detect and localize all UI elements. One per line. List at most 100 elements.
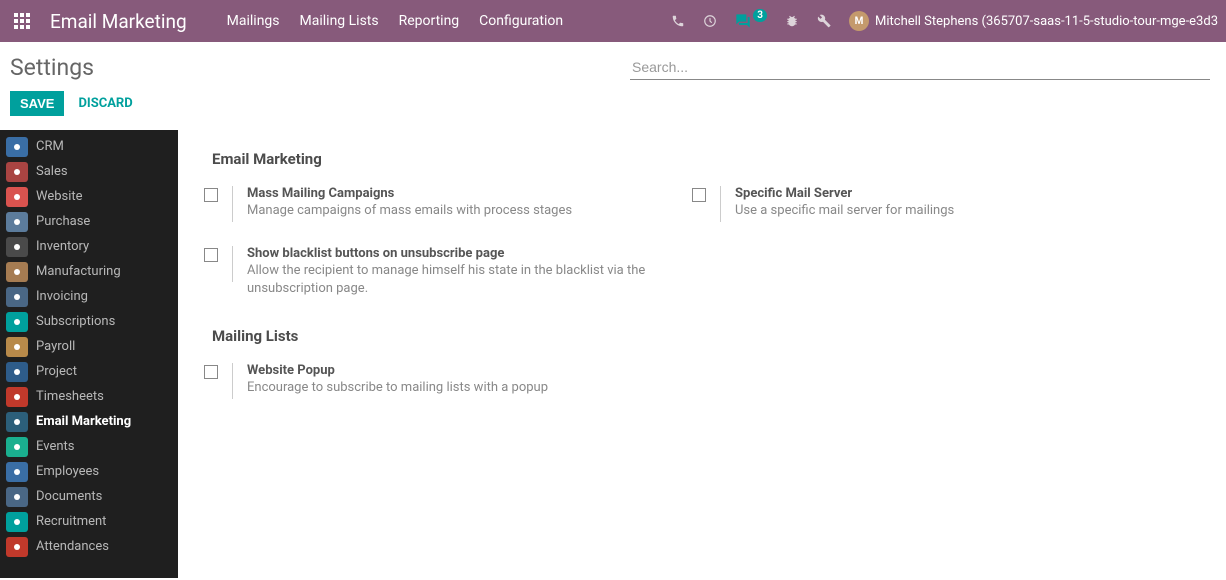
setting-desc: Manage campaigns of mass emails with pro… <box>247 202 658 220</box>
sidebar-icon <box>6 212 28 232</box>
sidebar-item-label: Recruitment <box>36 514 106 529</box>
sidebar-icon <box>6 512 28 532</box>
top-menu: Mailings Mailing Lists Reporting Configu… <box>227 13 563 29</box>
sidebar-item-label: CRM <box>36 139 64 154</box>
discard-button[interactable]: DISCARD <box>78 96 132 111</box>
setting-desc: Use a specific mail server for mailings <box>735 202 1126 220</box>
bug-icon[interactable] <box>785 14 799 28</box>
sidebar-icon <box>6 287 28 307</box>
messages-icon[interactable]: 3 <box>735 13 767 29</box>
settings-row: Mass Mailing CampaignsManage campaigns o… <box>198 186 1206 246</box>
sidebar-item-attendances[interactable]: Attendances <box>0 534 178 559</box>
sidebar-item-label: Sales <box>36 164 68 179</box>
menu-configuration[interactable]: Configuration <box>479 13 563 29</box>
sidebar-item-documents[interactable]: Documents <box>0 484 178 509</box>
sidebar[interactable]: CRM Sales Website PurchaseInventory Manufact… <box>0 130 178 578</box>
menu-mailing-lists[interactable]: Mailing Lists <box>300 13 379 29</box>
sidebar-item-manufacturing[interactable]: Manufacturing <box>0 259 178 284</box>
main-content: Email Marketing Mass Mailing CampaignsMan… <box>178 130 1226 578</box>
setting-text: Show blacklist buttons on unsubscribe pa… <box>247 246 658 297</box>
actions-row: SAVE DISCARD <box>0 87 1226 130</box>
setting-item: Show blacklist buttons on unsubscribe pa… <box>198 246 658 297</box>
sidebar-icon <box>6 387 28 407</box>
sidebar-item-label: Manufacturing <box>36 264 121 279</box>
sidebar-item-label: Employees <box>36 464 99 479</box>
setting-text: Specific Mail ServerUse a specific mail … <box>735 186 1126 222</box>
sidebar-item-label: Payroll <box>36 339 75 354</box>
sidebar-item-label: Timesheets <box>36 389 104 404</box>
save-button[interactable]: SAVE <box>10 91 64 116</box>
sidebar-item-subscriptions[interactable]: Subscriptions <box>0 309 178 334</box>
menu-reporting[interactable]: Reporting <box>399 13 460 29</box>
tools-icon[interactable] <box>817 14 831 28</box>
search-input[interactable] <box>630 55 1210 80</box>
sidebar-icon <box>6 462 28 482</box>
settings-row: Show blacklist buttons on unsubscribe pa… <box>198 246 1206 321</box>
sidebar-item-payroll[interactable]: Payroll <box>0 334 178 359</box>
sidebar-item-purchase[interactable]: Purchase <box>0 209 178 234</box>
sidebar-item-invoicing[interactable]: Invoicing <box>0 284 178 309</box>
sidebar-icon <box>6 412 28 432</box>
checkbox[interactable] <box>204 188 218 202</box>
sidebar-item-label: Documents <box>36 489 102 504</box>
sidebar-item-label: Project <box>36 364 77 379</box>
apps-icon[interactable] <box>8 7 36 35</box>
app-title[interactable]: Email Marketing <box>50 10 187 33</box>
user-name: Mitchell Stephens (365707-saas-11-5-stud… <box>875 14 1218 29</box>
sidebar-item-label: Attendances <box>36 539 109 554</box>
setting-item: Website PopupEncourage to subscribe to m… <box>198 363 658 399</box>
setting-text: Website PopupEncourage to subscribe to m… <box>247 363 658 399</box>
sidebar-item-crm[interactable]: CRM <box>0 134 178 159</box>
sidebar-item-email-marketing[interactable]: Email Marketing <box>0 409 178 434</box>
divider <box>232 363 233 399</box>
sidebar-item-website[interactable]: Website <box>0 184 178 209</box>
menu-mailings[interactable]: Mailings <box>227 13 280 29</box>
sidebar-icon <box>6 262 28 282</box>
sidebar-item-label: Events <box>36 439 74 454</box>
checkbox[interactable] <box>204 365 218 379</box>
sidebar-item-label: Website <box>36 189 83 204</box>
sidebar-icon <box>6 487 28 507</box>
phone-icon[interactable] <box>671 14 685 28</box>
sidebar-item-events[interactable]: Events <box>0 434 178 459</box>
setting-item: Specific Mail ServerUse a specific mail … <box>686 186 1126 222</box>
section-title: Email Marketing <box>198 144 1206 174</box>
setting-label: Specific Mail Server <box>735 186 1126 201</box>
checkbox[interactable] <box>692 188 706 202</box>
user-menu[interactable]: M Mitchell Stephens (365707-saas-11-5-st… <box>849 11 1218 31</box>
topbar: Email Marketing Mailings Mailing Lists R… <box>0 0 1226 42</box>
sidebar-icon <box>6 137 28 157</box>
sidebar-item-employees[interactable]: Employees <box>0 459 178 484</box>
header-row: Settings <box>0 42 1226 87</box>
setting-item: Mass Mailing CampaignsManage campaigns o… <box>198 186 658 222</box>
avatar: M <box>849 11 869 31</box>
content-row: CRM Sales Website PurchaseInventory Manufact… <box>0 130 1226 578</box>
sidebar-icon <box>6 437 28 457</box>
sidebar-icon <box>6 362 28 382</box>
sidebar-item-sales[interactable]: Sales <box>0 159 178 184</box>
divider <box>232 186 233 222</box>
sidebar-item-project[interactable]: Project <box>0 359 178 384</box>
page-title: Settings <box>10 54 94 81</box>
setting-label: Website Popup <box>247 363 658 378</box>
checkbox[interactable] <box>204 248 218 262</box>
setting-text: Mass Mailing CampaignsManage campaigns o… <box>247 186 658 222</box>
sidebar-icon <box>6 537 28 557</box>
sidebar-item-label: Subscriptions <box>36 314 115 329</box>
topbar-right: 3 M Mitchell Stephens (365707-saas-11-5-… <box>671 11 1218 31</box>
sidebar-item-timesheets[interactable]: Timesheets <box>0 384 178 409</box>
setting-desc: Allow the recipient to manage himself hi… <box>247 262 658 297</box>
setting-label: Show blacklist buttons on unsubscribe pa… <box>247 246 658 261</box>
setting-desc: Encourage to subscribe to mailing lists … <box>247 379 658 397</box>
sidebar-icon <box>6 187 28 207</box>
search-box <box>630 55 1210 80</box>
sidebar-item-inventory[interactable]: Inventory <box>0 234 178 259</box>
sidebar-item-recruitment[interactable]: Recruitment <box>0 509 178 534</box>
sidebar-item-label: Email Marketing <box>36 414 131 429</box>
divider <box>232 246 233 282</box>
clock-icon[interactable] <box>703 14 717 28</box>
sidebar-icon <box>6 162 28 182</box>
sidebar-icon <box>6 337 28 357</box>
divider <box>720 186 721 222</box>
messages-badge: 3 <box>753 9 767 22</box>
